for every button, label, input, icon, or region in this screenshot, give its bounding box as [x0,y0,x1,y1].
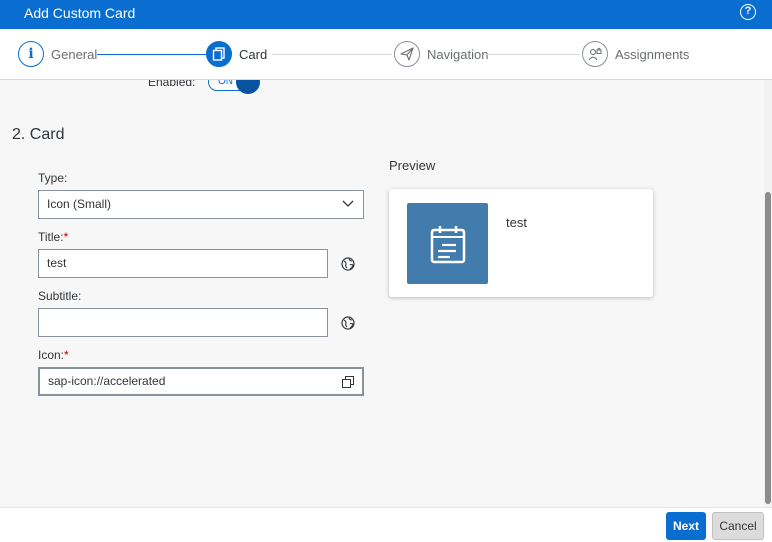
wizard-connector [97,54,207,55]
title-input[interactable]: test [38,249,328,278]
dialog-footer: Next Cancel [0,507,772,542]
chevron-down-icon [342,200,354,207]
section-title: 2. Card [12,126,65,143]
type-select[interactable]: Icon (Small) [38,190,364,219]
dialog-header: Add Custom Card ? [0,0,772,29]
next-button[interactable]: Next [666,512,706,540]
preview-card-title: test [506,215,527,230]
card-copy-icon [206,41,232,67]
wizard-step-label: Navigation [427,46,489,62]
title-label: Title:* [38,230,69,244]
accelerated-icon [430,225,465,263]
enabled-label: Enabled: [148,80,196,89]
wizard-connector [272,54,392,55]
wizard-connector [485,54,580,55]
wizard-step-label: General [51,46,98,62]
enabled-row: Enabled: ON [148,80,268,94]
wizard-step-card[interactable]: Card [206,41,267,67]
info-icon: i [18,41,44,67]
icon-input-value: sap-icon://accelerated [48,374,166,388]
value-help-icon[interactable] [342,376,354,388]
paper-plane-icon [394,41,420,67]
preview-card: test [389,189,653,297]
preview-heading: Preview [389,158,436,173]
user-lock-icon [582,41,608,67]
type-select-value: Icon (Small) [47,197,112,211]
card-tile [407,203,488,284]
icon-label: Icon:* [38,348,69,362]
wizard-step-label: Assignments [615,46,690,62]
scrollbar-thumb[interactable] [765,192,771,504]
enabled-switch[interactable]: ON [208,80,260,94]
switch-knob [236,80,260,94]
subtitle-input[interactable] [38,308,328,337]
title-input-value: test [47,256,67,270]
wizard-step-navigation[interactable]: Navigation [394,41,488,67]
subtitle-label: Subtitle: [38,289,82,303]
content-scrollbar[interactable] [764,80,772,507]
required-marker: * [64,348,69,362]
wizard-step-assignments[interactable]: Assignments [582,41,689,67]
dialog-title: Add Custom Card [24,5,136,21]
icon-input[interactable]: sap-icon://accelerated [38,367,364,396]
globe-icon[interactable] [341,316,355,330]
wizard-progress: i General Card Navigation Assignments [0,29,772,80]
wizard-step-general[interactable]: i General [18,41,97,67]
wizard-step-label: Card [239,46,268,62]
globe-icon[interactable] [341,257,355,271]
required-marker: * [63,230,69,244]
type-label: Type: [38,171,68,185]
cancel-button[interactable]: Cancel [712,512,764,540]
help-icon[interactable]: ? [740,4,756,20]
